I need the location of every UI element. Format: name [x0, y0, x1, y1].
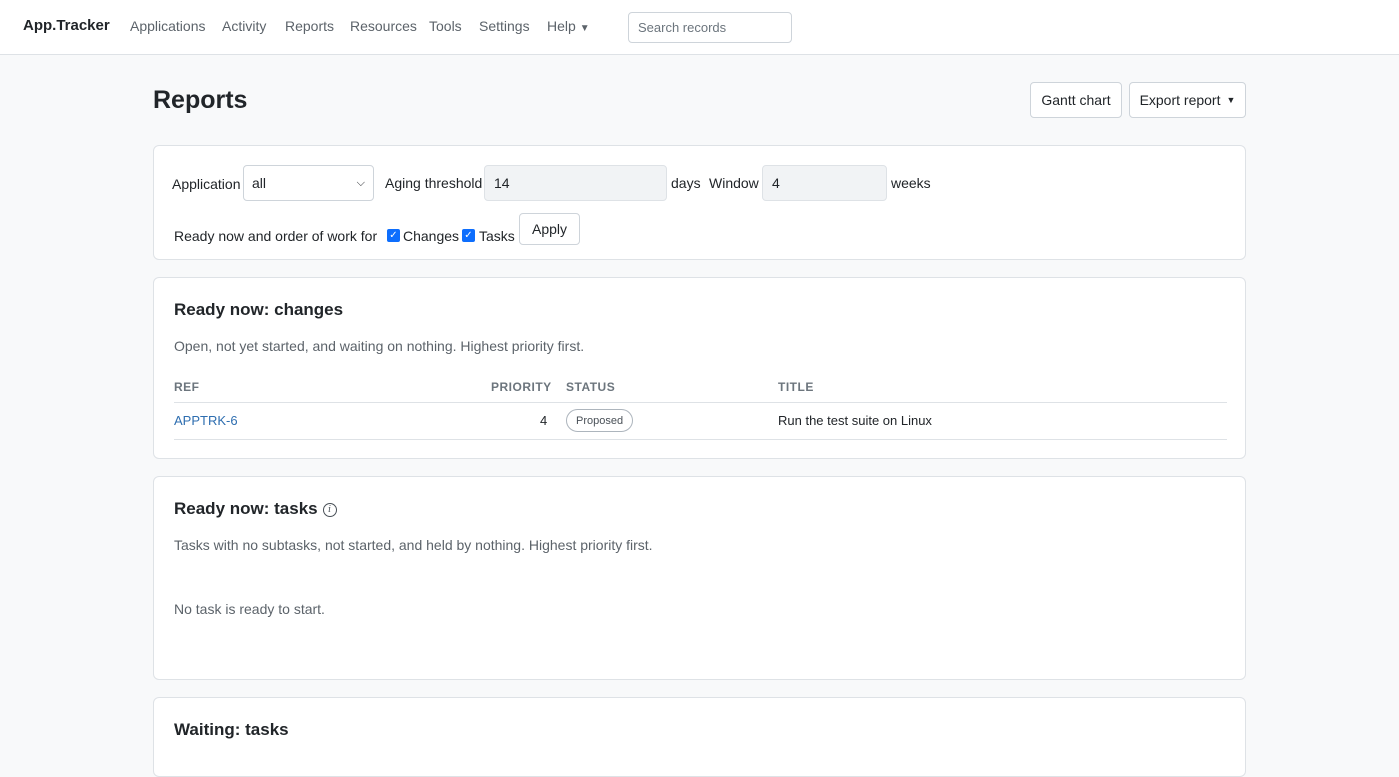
waiting-tasks-card: Waiting: tasks [153, 697, 1246, 777]
brand-logo[interactable]: App.Tracker [23, 17, 110, 34]
window-unit-label: weeks [891, 175, 931, 191]
window-label: Window [709, 175, 759, 191]
column-header-status[interactable]: STATUS [566, 380, 615, 394]
ready-order-label: Ready now and order of work for [174, 228, 378, 244]
nav-link-settings[interactable]: Settings [479, 18, 530, 34]
empty-state-message: No task is ready to start. [174, 601, 325, 617]
application-label: Application [172, 176, 241, 192]
column-header-ref[interactable]: REF [174, 380, 200, 394]
search-input[interactable] [628, 12, 792, 43]
application-select[interactable]: all ⌵ [243, 165, 374, 201]
export-report-button[interactable]: Export report ▼ [1129, 82, 1246, 118]
caret-down-icon: ▼ [1226, 95, 1236, 105]
ready-tasks-description: Tasks with no subtasks, not started, and… [174, 537, 653, 553]
aging-threshold-label: Aging threshold [385, 175, 483, 191]
export-report-label: Export report [1139, 92, 1221, 108]
table-header-divider [174, 402, 1227, 403]
ready-changes-description: Open, not yet started, and waiting on no… [174, 338, 585, 354]
status-badge: Proposed [566, 409, 634, 432]
nav-link-help-label: Help [547, 18, 576, 34]
ref-link[interactable]: APPTRK-6 [174, 413, 238, 428]
nav-link-reports[interactable]: Reports [285, 18, 334, 34]
title-cell: Run the test suite on Linux [778, 413, 932, 428]
caret-down-icon: ▼ [579, 23, 590, 34]
aging-unit-label: days [671, 175, 701, 191]
column-header-priority[interactable]: PRIORITY [491, 380, 552, 394]
info-icon[interactable]: i [322, 502, 337, 517]
table-row-divider [174, 439, 1227, 440]
nav-link-activity[interactable]: Activity [222, 18, 266, 34]
nav-link-applications[interactable]: Applications [130, 18, 206, 34]
ready-tasks-title-wrap: Ready now: tasks i [174, 499, 337, 519]
top-navbar: App.Tracker Applications Activity Report… [0, 0, 1399, 55]
changes-checkbox[interactable]: ✓ [387, 229, 400, 242]
application-select-value: all [252, 175, 267, 191]
tasks-checkbox[interactable]: ✓ [462, 229, 475, 242]
nav-dropdown-help[interactable]: Help ▼ [547, 18, 590, 34]
gantt-chart-button[interactable]: Gantt chart [1030, 82, 1122, 118]
ready-tasks-title: Ready now: tasks [174, 499, 318, 518]
filters-card: Application all ⌵ Aging threshold days W… [153, 145, 1246, 260]
column-header-title[interactable]: TITLE [778, 380, 814, 394]
changes-checkbox-label[interactable]: Changes [403, 228, 459, 244]
waiting-tasks-title: Waiting: tasks [174, 720, 289, 739]
ready-changes-title: Ready now: changes [174, 300, 344, 319]
aging-threshold-input[interactable] [484, 165, 667, 201]
page-title: Reports [153, 86, 248, 114]
apply-button[interactable]: Apply [519, 213, 580, 245]
tasks-checkbox-label[interactable]: Tasks [479, 228, 515, 244]
priority-cell: 4 [540, 413, 548, 428]
chevron-down-icon: ⌵ [356, 176, 365, 189]
nav-link-resources[interactable]: Resources [350, 18, 417, 34]
nav-link-tools[interactable]: Tools [429, 18, 462, 34]
ready-changes-card: Ready now: changes Open, not yet started… [153, 277, 1246, 459]
window-input[interactable] [762, 165, 887, 201]
ready-tasks-card: Ready now: tasks i Tasks with no subtasks… [153, 476, 1246, 680]
